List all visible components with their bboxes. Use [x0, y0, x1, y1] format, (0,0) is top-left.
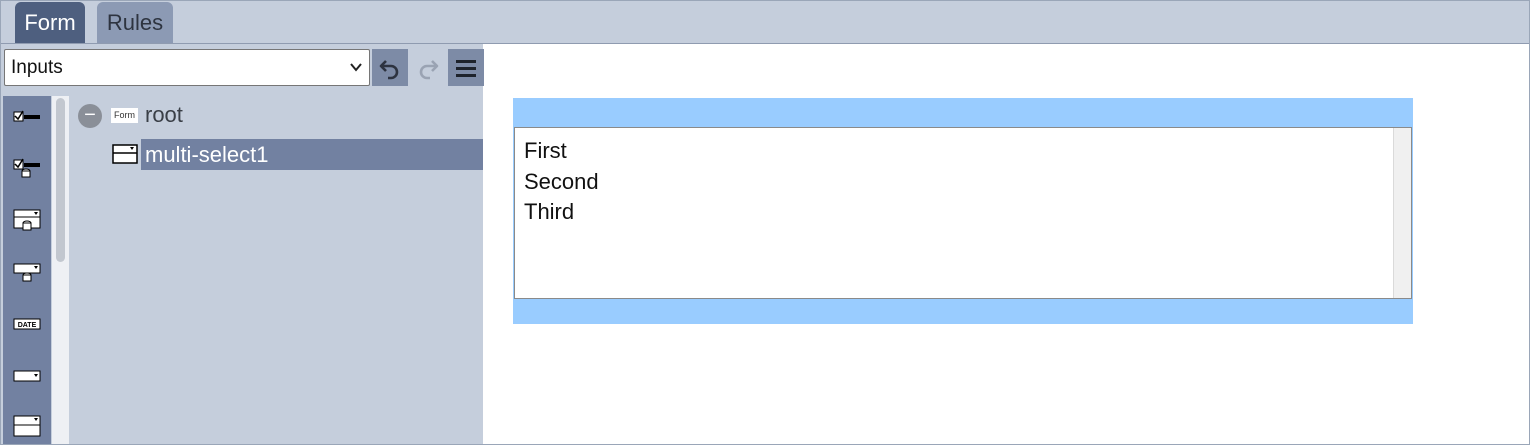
svg-text:DATE: DATE — [18, 322, 37, 329]
multi-select-node-icon — [112, 144, 138, 164]
checkbox-list-icon[interactable] — [12, 156, 42, 180]
tab-form[interactable]: Form — [15, 2, 85, 43]
tree-node-multi-select1[interactable]: multi-select1 — [145, 140, 268, 170]
left-panel: Inputs DATE − Form root multi-select1 — [1, 44, 484, 444]
date-icon[interactable]: DATE — [12, 312, 42, 336]
undo-icon — [379, 59, 399, 79]
undo-button[interactable] — [372, 49, 408, 86]
menu-button[interactable] — [448, 49, 484, 86]
dropdown-icon[interactable] — [12, 364, 42, 388]
list-option[interactable]: Second — [524, 169, 599, 195]
checkbox-icon[interactable] — [12, 104, 42, 128]
hamburger-menu-icon — [456, 59, 476, 77]
control-palette: DATE — [3, 96, 51, 444]
multi-select-icon[interactable] — [12, 414, 42, 438]
tab-bar: Form Rules — [1, 1, 1529, 44]
redo-icon — [419, 59, 439, 79]
palette-scrollbar-thumb[interactable] — [56, 98, 65, 262]
input-category-value: Inputs — [11, 57, 63, 78]
tree-node-root[interactable]: root — [145, 102, 183, 128]
list-option[interactable]: First — [524, 138, 567, 164]
form-canvas: First Second Third — [513, 98, 1413, 324]
tab-rules[interactable]: Rules — [97, 2, 173, 43]
multi-select-listbox[interactable]: First Second Third — [514, 127, 1412, 299]
chevron-down-icon — [349, 50, 363, 98]
listbox-scrollbar[interactable] — [1393, 128, 1411, 298]
list-option[interactable]: Third — [524, 199, 574, 225]
collapse-icon[interactable]: − — [78, 104, 102, 128]
dropdown-data-icon[interactable] — [12, 260, 42, 284]
input-category-select[interactable]: Inputs — [4, 49, 370, 86]
form-tree: − Form root multi-select1 — [69, 96, 483, 444]
redo-button[interactable] — [410, 49, 446, 86]
form-badge: Form — [111, 108, 138, 123]
select-data-icon[interactable] — [12, 208, 42, 232]
